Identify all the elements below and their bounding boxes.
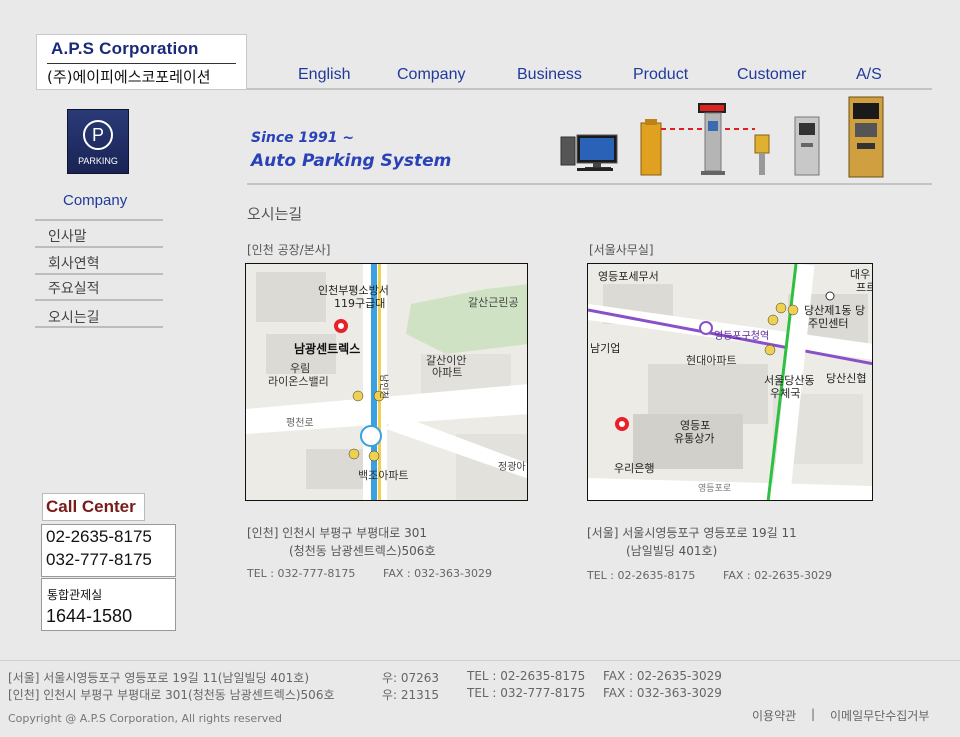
- svg-text:백조아파트: 백조아파트: [358, 469, 409, 482]
- svg-text:영등포세무서: 영등포세무서: [598, 270, 659, 283]
- card-reader-icon: [754, 134, 770, 175]
- nav-divider: [247, 88, 932, 90]
- svg-text:남인천: 남인천: [378, 374, 389, 399]
- footer-seoul-tel: TEL : 02-2635-8175: [467, 669, 586, 683]
- svg-text:영등포로: 영등포로: [698, 483, 731, 494]
- parking-icon: P PARKING: [67, 109, 129, 174]
- footer-terms-link[interactable]: 이용약관: [752, 707, 796, 724]
- svg-text:현대아파트: 현대아파트: [686, 354, 737, 367]
- svg-text:대우: 대우: [850, 268, 870, 281]
- sidebar-divider: [35, 326, 163, 328]
- svg-text:당산제1동 당: 당산제1동 당: [804, 304, 865, 317]
- incheon-address-detail: (청천동 남광센트렉스)506호: [289, 544, 436, 558]
- svg-text:주민센터: 주민센터: [808, 317, 848, 330]
- svg-text:우림: 우림: [290, 362, 310, 375]
- logo-english: A.P.S Corporation: [51, 39, 199, 58]
- nav-company[interactable]: Company: [397, 66, 465, 84]
- barrier-gate-icon: [640, 119, 710, 176]
- svg-text:평천로: 평천로: [286, 417, 314, 429]
- page-title: 오시는길: [247, 205, 303, 223]
- svg-text:서울당산동: 서울당산동: [764, 374, 815, 387]
- footer-divider: [0, 660, 960, 661]
- svg-text:우체국: 우체국: [770, 387, 800, 400]
- svg-text:정광아: 정광아: [498, 461, 526, 473]
- parking-equipment-illustration: [560, 96, 884, 178]
- nav-product[interactable]: Product: [633, 66, 688, 84]
- incheon-heading: [인천 공장/본사]: [247, 243, 331, 257]
- parking-letter: P: [83, 120, 113, 150]
- footer-seoul-address: [서울] 서울시영등포구 영등포로 19길 11(남일빌딩 401호): [8, 671, 310, 685]
- incheon-tel: TEL : 032-777-8175: [247, 567, 356, 580]
- control-center-box: 통합관제실 1644-1580: [41, 578, 176, 631]
- sidebar-divider: [35, 219, 163, 221]
- seoul-fax: FAX : 02-2635-3029: [723, 569, 833, 582]
- call-center-title: Call Center: [42, 493, 145, 521]
- footer-incheon-fax: FAX : 032-363-3029: [603, 686, 722, 700]
- footer-incheon-zip: 우: 21315: [382, 688, 440, 702]
- svg-text:당산신협: 당산신협: [826, 372, 866, 385]
- sidebar-divider: [35, 246, 163, 248]
- seoul-address-detail: (남일빌딩 401호): [626, 544, 718, 558]
- sidebar-item-history[interactable]: 회사연혁: [48, 253, 100, 273]
- svg-text:프르: 프르: [856, 281, 873, 294]
- company-logo[interactable]: A.P.S Corporation (주)에이피에스코포레이션: [36, 34, 247, 90]
- svg-text:인천부평소방서: 인천부평소방서: [318, 283, 389, 297]
- banner-divider: [247, 183, 932, 185]
- nav-customer[interactable]: Customer: [737, 66, 806, 84]
- sidebar-title: Company: [63, 192, 128, 209]
- call-center-phone-incheon: 032-777-8175: [46, 550, 152, 569]
- incheon-map[interactable]: 인천부평소방서 119구급대 갈산근린공 남광센트렉스 갈산이안 아파트 우림 …: [245, 263, 528, 501]
- seoul-map[interactable]: 영등포세무서 대우 프르 당산제1동 당 주민센터 영등포구청역 남기업 현대아…: [587, 263, 873, 501]
- footer-copyright: Copyright @ A.P.S Corporation, All right…: [8, 712, 282, 725]
- svg-text:119구급대: 119구급대: [334, 297, 385, 310]
- svg-text:영등포구청역: 영등포구청역: [714, 330, 769, 342]
- sidebar-divider: [35, 299, 163, 301]
- control-center-phone: 1644-1580: [46, 606, 133, 626]
- footer-seoul-zip: 우: 07263: [382, 671, 440, 685]
- svg-text:우리은행: 우리은행: [614, 462, 654, 475]
- footer-email-policy-link[interactable]: 이메일무단수집거부: [830, 707, 929, 724]
- nav-as[interactable]: A/S: [856, 66, 882, 84]
- call-center-phones: 02-2635-8175 032-777-8175: [41, 524, 176, 577]
- svg-text:남기업: 남기업: [590, 342, 620, 355]
- nav-english[interactable]: English: [298, 66, 350, 84]
- control-center-label: 통합관제실: [47, 588, 103, 602]
- footer-incheon-tel: TEL : 032-777-8175: [467, 686, 586, 700]
- incheon-address: [인천] 인천시 부평구 부평대로 301: [247, 526, 428, 540]
- banner-slogan: Auto Parking System: [251, 151, 452, 171]
- footer-incheon-address: [인천] 인천시 부평구 부평대로 301(청천동 남광센트렉스)506호: [8, 688, 335, 702]
- sidebar-item-greeting[interactable]: 인사말: [48, 226, 87, 246]
- call-center-phone-seoul: 02-2635-8175: [46, 527, 152, 546]
- pay-station-icon: [848, 96, 884, 178]
- svg-text:아파트: 아파트: [432, 366, 462, 379]
- svg-text:라이온스밸리: 라이온스밸리: [268, 375, 329, 388]
- svg-text:유통상가: 유통상가: [674, 432, 714, 445]
- banner-since: Since 1991 ~: [251, 130, 355, 146]
- nav-business[interactable]: Business: [517, 66, 582, 84]
- seoul-tel: TEL : 02-2635-8175: [587, 569, 696, 582]
- display-board-icon: [698, 103, 755, 175]
- logo-korean: (주)에이피에스코포레이션: [47, 68, 211, 86]
- svg-text:갈산이안: 갈산이안: [426, 353, 466, 367]
- seoul-heading: [서울사무실]: [589, 243, 654, 257]
- sidebar-item-achievements[interactable]: 주요실적: [48, 278, 100, 298]
- sidebar-divider: [35, 273, 163, 275]
- footer-link-separator: |: [811, 707, 816, 721]
- computer-icon: [560, 134, 618, 171]
- svg-text:갈산근린공: 갈산근린공: [468, 295, 519, 309]
- sidebar-item-directions[interactable]: 오시는길: [48, 307, 100, 327]
- seoul-address: [서울] 서울시영등포구 영등포로 19길 11: [587, 526, 797, 540]
- parking-text: PARKING: [78, 156, 118, 166]
- footer-seoul-fax: FAX : 02-2635-3029: [603, 669, 722, 683]
- logo-divider: [47, 63, 236, 64]
- svg-text:영등포: 영등포: [680, 419, 710, 432]
- svg-text:남광센트렉스: 남광센트렉스: [294, 341, 360, 356]
- incheon-fax: FAX : 032-363-3029: [383, 567, 493, 580]
- ticket-machine-icon: [794, 116, 820, 176]
